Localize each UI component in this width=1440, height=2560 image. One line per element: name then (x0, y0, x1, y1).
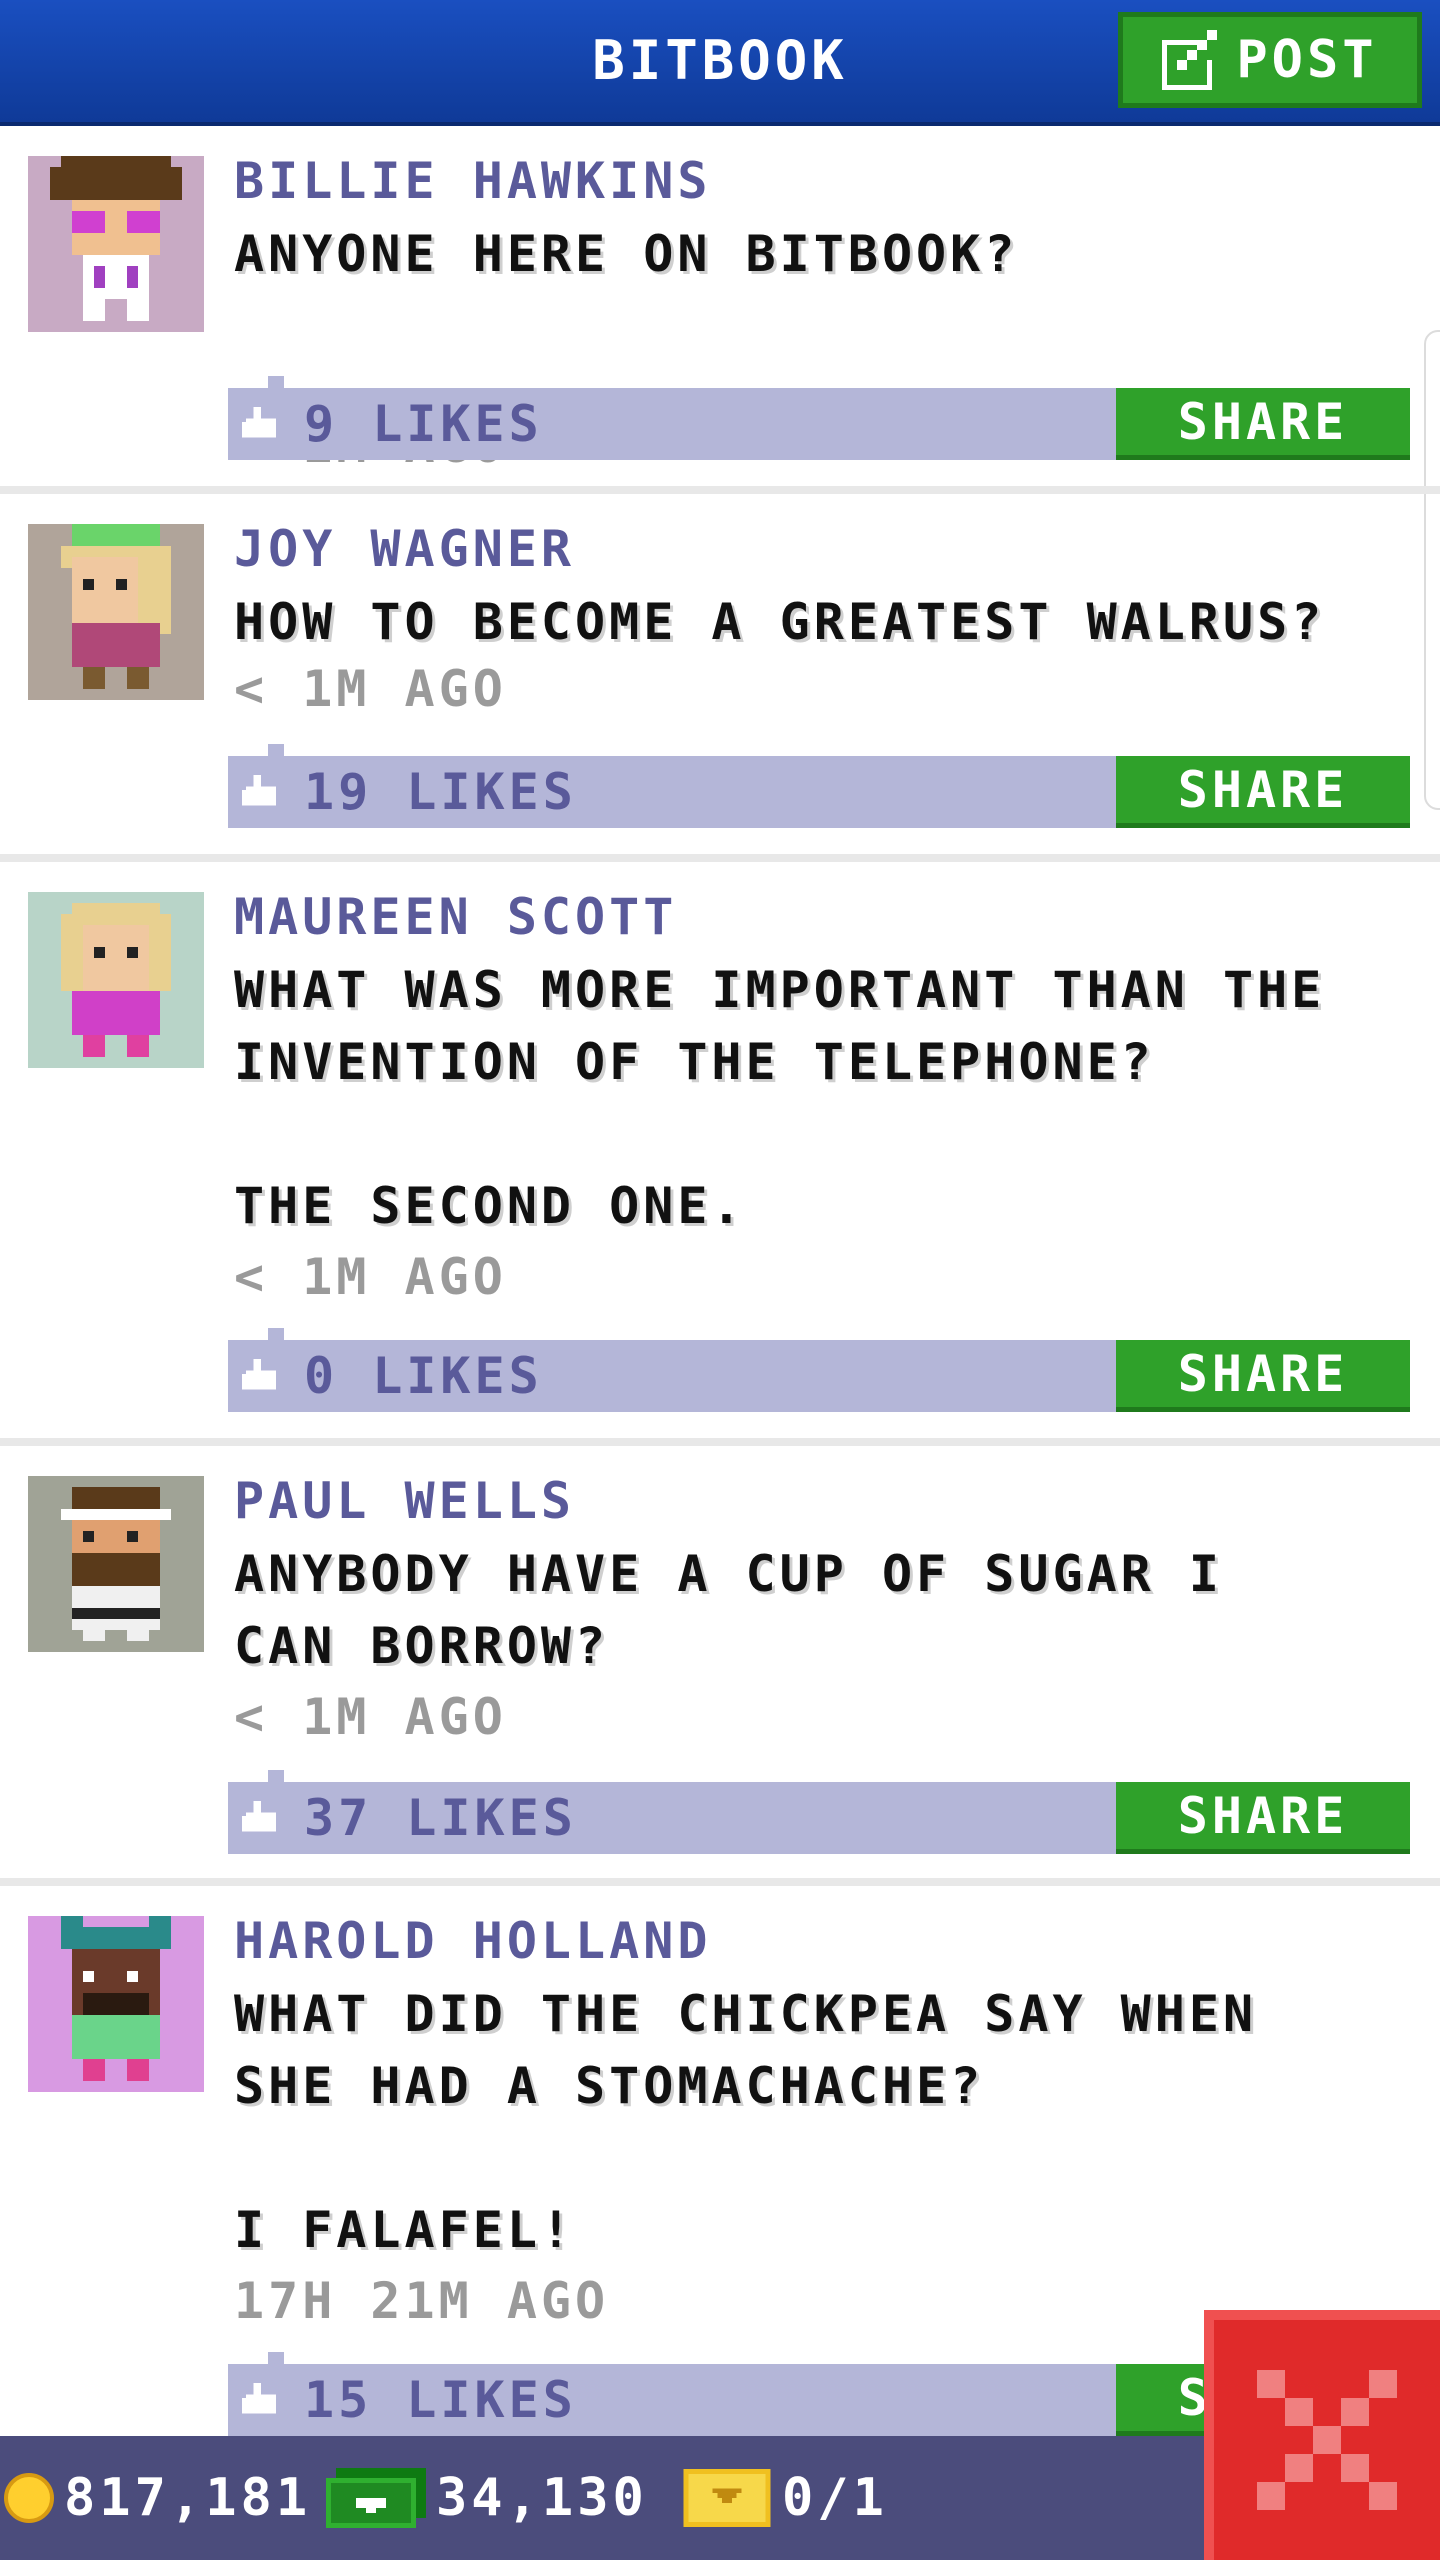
post-author[interactable]: MAUREEN SCOTT (234, 882, 677, 952)
like-icon[interactable] (242, 2382, 280, 2418)
likes-bar: 37 LIKES SHARE (228, 1770, 1410, 1854)
like-icon[interactable] (242, 406, 280, 442)
avatar (28, 892, 204, 1068)
coins-stat: 817,181 (4, 2466, 311, 2530)
feed-post: MAUREEN SCOTT WHAT WAS MORE IMPORTANT TH… (0, 862, 1440, 1446)
avatar-billie-hawkins (28, 156, 204, 332)
post-message: WHAT DID THE CHICKPEA SAY WHEN SHE HAD A… (234, 1985, 1258, 2259)
post-time: 17H 21M AGO (234, 2272, 610, 2330)
ticket-icon (683, 2469, 771, 2527)
avatar (28, 156, 204, 332)
likes-count: 37 LIKES (304, 1789, 577, 1847)
post-message: HOW TO BECOME A GREATEST WALRUS? (234, 593, 1326, 651)
bux-stat: 34,130 (326, 2466, 648, 2530)
avatar-maureen-scott (28, 892, 204, 1068)
post-author[interactable]: JOY WAGNER (234, 514, 575, 584)
likes-count: 9 LIKES (304, 395, 543, 453)
post-message: ANYONE HERE ON BITBOOK? (234, 225, 1019, 283)
feed: BILLIE HAWKINS ANYONE HERE ON BITBOOK? <… (0, 126, 1440, 2486)
likes-bar: 0 LIKES SHARE (228, 1328, 1410, 1412)
likes-count: 0 LIKES (304, 1347, 543, 1405)
likes-bar: 9 LIKES SHARE (228, 376, 1410, 460)
post-time: < 1M AGO (234, 1688, 507, 1746)
share-button[interactable]: SHARE (1116, 1340, 1410, 1412)
likes-count: 19 LIKES (304, 763, 577, 821)
post-time: < 1M AGO (234, 1248, 507, 1306)
header-bar: BITBOOK POST (0, 0, 1440, 126)
post-message: ANYBODY HAVE A CUP OF SUGAR I CAN BORROW… (234, 1545, 1223, 1675)
avatar-paul-wells (28, 1476, 204, 1652)
post-message: WHAT WAS MORE IMPORTANT THAN THE INVENTI… (234, 961, 1326, 1235)
share-button[interactable]: SHARE (1116, 388, 1410, 460)
close-icon (1257, 2370, 1397, 2510)
share-button[interactable]: SHARE (1116, 756, 1410, 828)
feed-post: BILLIE HAWKINS ANYONE HERE ON BITBOOK? <… (0, 126, 1440, 494)
share-button[interactable]: SHARE (1116, 1782, 1410, 1854)
tickets-stat: 0/1 (682, 2466, 888, 2530)
post-author[interactable]: BILLIE HAWKINS (234, 146, 711, 216)
compose-icon (1162, 30, 1218, 90)
close-button[interactable] (1204, 2310, 1440, 2560)
post-time: < 1M AGO (234, 660, 507, 718)
likes-bar: 19 LIKES SHARE (228, 744, 1410, 828)
bux-value: 34,130 (436, 2468, 648, 2528)
post-button-label: POST (1236, 30, 1378, 90)
feed-post: PAUL WELLS ANYBODY HAVE A CUP OF SUGAR I… (0, 1446, 1440, 1886)
avatar (28, 1916, 204, 2092)
tickets-value: 0/1 (782, 2468, 888, 2528)
post-author[interactable]: HAROLD HOLLAND (234, 1906, 711, 1976)
coin-icon (4, 2473, 54, 2523)
like-icon[interactable] (242, 1800, 280, 1836)
cash-icon (326, 2468, 426, 2528)
avatar (28, 524, 204, 700)
post-button[interactable]: POST (1118, 12, 1422, 108)
coins-value: 817,181 (64, 2468, 312, 2528)
feed-post: JOY WAGNER HOW TO BECOME A GREATEST WALR… (0, 494, 1440, 862)
avatar (28, 1476, 204, 1652)
post-author[interactable]: PAUL WELLS (234, 1466, 575, 1536)
likes-count: 15 LIKES (304, 2371, 577, 2429)
avatar-joy-wagner (28, 524, 204, 700)
like-icon[interactable] (242, 1358, 280, 1394)
like-icon[interactable] (242, 774, 280, 810)
avatar-harold-holland (28, 1916, 204, 2092)
